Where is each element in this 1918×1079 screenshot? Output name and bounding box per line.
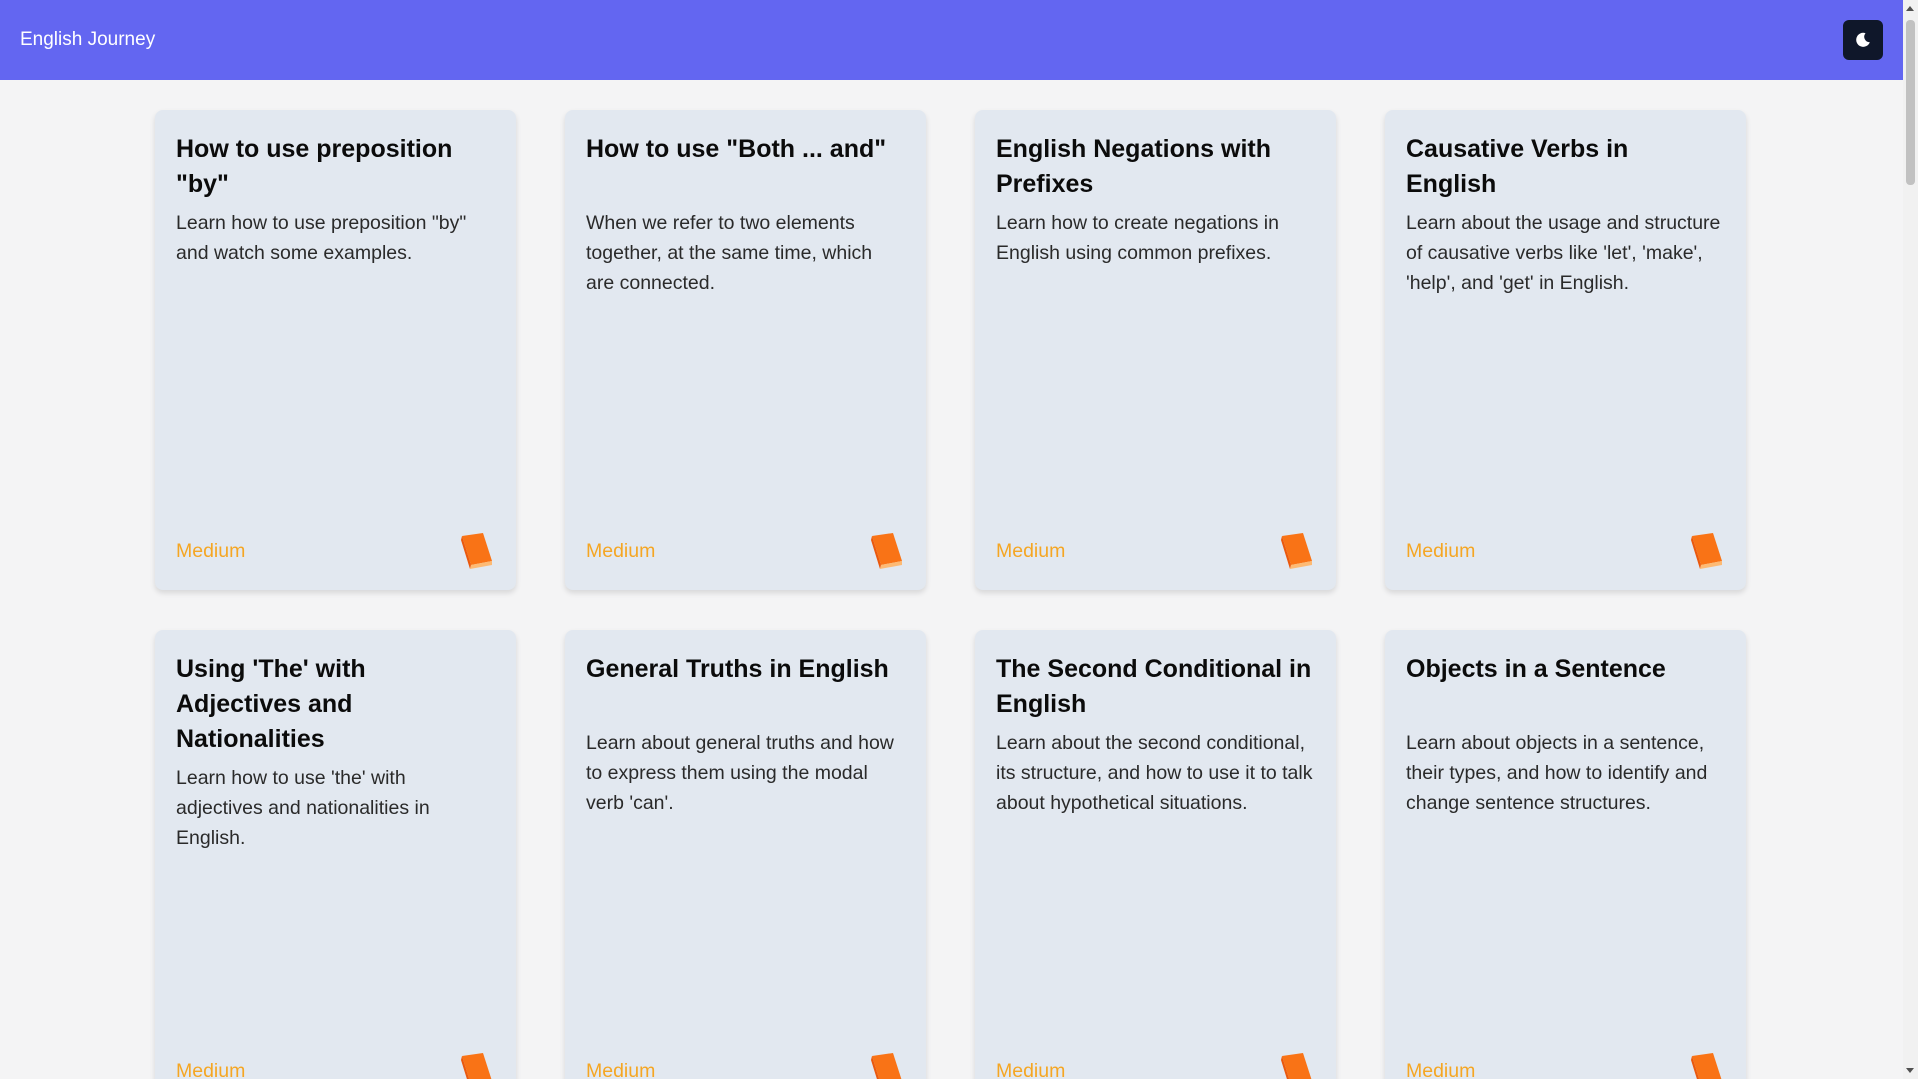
difficulty-label: Medium (1406, 539, 1476, 562)
lesson-card[interactable]: General Truths in English Learn about ge… (565, 630, 926, 1079)
card-title: The Second Conditional in English (996, 655, 1312, 718)
scroll-down-icon[interactable] (1906, 1068, 1914, 1073)
lesson-card[interactable]: Objects in a Sentence Learn about object… (1385, 630, 1746, 1079)
card-footer: Medium (586, 1052, 905, 1079)
card-description: Learn about objects in a sentence, their… (1406, 732, 1708, 814)
card-footer: Medium (586, 532, 905, 570)
card-footer: Medium (176, 1052, 495, 1079)
lesson-card[interactable]: English Negations with Prefixes Learn ho… (975, 110, 1336, 590)
book-icon (1691, 1053, 1722, 1079)
card-title: How to use "Both ... and" (586, 135, 887, 163)
scrollbar-thumb[interactable] (1906, 20, 1915, 185)
difficulty-label: Medium (996, 539, 1066, 562)
navbar: English Journey (0, 0, 1903, 80)
book-icon (461, 1053, 492, 1079)
card-title: Causative Verbs in English (1406, 135, 1629, 198)
book-icon (1691, 533, 1722, 569)
difficulty-label: Medium (176, 539, 246, 562)
card-title: Objects in a Sentence (1406, 655, 1666, 683)
book-icon (871, 1053, 902, 1079)
difficulty-label: Medium (996, 1059, 1066, 1079)
card-footer: Medium (176, 532, 495, 570)
difficulty-label: Medium (1406, 1059, 1476, 1079)
card-description: Learn about general truths and how to ex… (586, 732, 894, 814)
card-footer: Medium (996, 1052, 1315, 1079)
card-description: Learn about the usage and structure of c… (1406, 212, 1721, 294)
scroll-up-icon[interactable] (1906, 6, 1914, 11)
app-viewport: English Journey How to use preposition "… (0, 0, 1918, 1079)
lesson-card[interactable]: How to use preposition "by" Learn how to… (155, 110, 516, 590)
lesson-grid: How to use preposition "by" Learn how to… (155, 110, 1749, 1079)
book-icon (1281, 1053, 1312, 1079)
card-title: English Negations with Prefixes (996, 135, 1272, 198)
card-description: Learn about the second conditional, its … (996, 732, 1313, 814)
difficulty-label: Medium (176, 1059, 246, 1079)
card-footer: Medium (996, 532, 1315, 570)
vertical-scrollbar[interactable] (1903, 0, 1918, 1079)
card-description: Learn how to use preposition "by" and wa… (176, 212, 467, 264)
lesson-card[interactable]: Causative Verbs in English Learn about t… (1385, 110, 1746, 590)
book-icon (871, 533, 902, 569)
theme-toggle-button[interactable] (1843, 20, 1883, 60)
card-footer: Medium (1406, 1052, 1725, 1079)
card-footer: Medium (1406, 532, 1725, 570)
book-icon (1281, 533, 1312, 569)
lesson-card[interactable]: How to use "Both ... and" When we refer … (565, 110, 926, 590)
brand-link[interactable]: English Journey (20, 29, 155, 51)
moon-icon (1856, 32, 1870, 47)
lesson-card[interactable]: The Second Conditional in English Learn … (975, 630, 1336, 1079)
card-title: Using 'The' with Adjectives and National… (176, 655, 366, 753)
difficulty-label: Medium (586, 1059, 656, 1079)
card-description: Learn how to use 'the' with adjectives a… (176, 767, 430, 849)
lesson-card[interactable]: Using 'The' with Adjectives and National… (155, 630, 516, 1079)
book-icon (461, 533, 492, 569)
card-description: Learn how to create negations in English… (996, 212, 1279, 264)
card-title: General Truths in English (586, 655, 889, 683)
card-title: How to use preposition "by" (176, 135, 453, 198)
difficulty-label: Medium (586, 539, 656, 562)
card-description: When we refer to two elements together, … (586, 212, 873, 294)
